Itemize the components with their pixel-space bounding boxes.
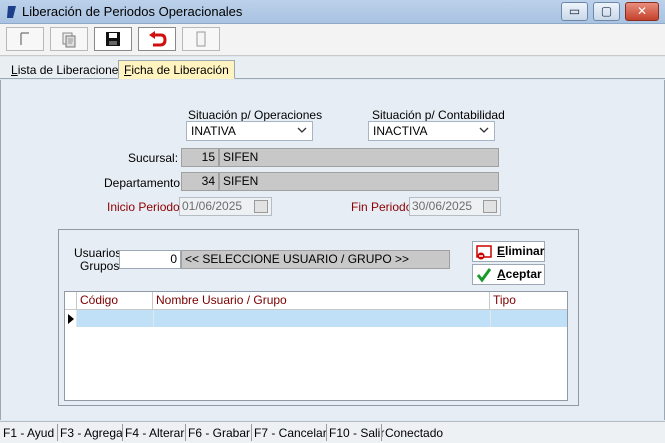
- status-f10: F10 - Salir: [329, 426, 385, 440]
- situacion-operaciones-select[interactable]: INATIVA: [186, 121, 313, 141]
- grid-header-tipo[interactable]: Tipo: [490, 292, 567, 310]
- table-row[interactable]: [65, 310, 567, 327]
- usuario-code-input[interactable]: 0: [119, 250, 181, 269]
- calendar-icon[interactable]: [254, 200, 268, 213]
- app-window: Liberación de Periodos Operacionales ▭ ▢…: [0, 0, 665, 443]
- save-icon: [106, 32, 120, 46]
- grid-cell-divider: [153, 310, 154, 327]
- grid-header-nombre[interactable]: Nombre Usuario / Grupo: [153, 292, 490, 310]
- status-f1: F1 - Ayud: [3, 426, 55, 440]
- tab-label-accelerator: L: [11, 63, 18, 77]
- departamento-name-field: SIFEN: [219, 172, 499, 191]
- copy-icon: [62, 32, 76, 48]
- fin-periodo-label: Fin Periodo: [351, 200, 413, 214]
- grid-cell-divider: [490, 310, 491, 327]
- close-button[interactable]: ✕: [625, 2, 659, 21]
- aceptar-button[interactable]: Aceptar: [472, 264, 545, 285]
- copy-button[interactable]: [50, 27, 88, 51]
- eliminar-accelerator: E: [497, 244, 506, 258]
- situacion-contabilidad-value: INACTIVA: [373, 124, 428, 138]
- situacion-contabilidad-select[interactable]: INACTIVA: [368, 121, 495, 141]
- status-f3: F3 - Agrega: [60, 426, 123, 440]
- tab-lista-de-liberaciones[interactable]: Lista de Liberaciones: [5, 60, 130, 79]
- grid-row-header-corner: [65, 292, 77, 310]
- status-divider: [251, 424, 252, 441]
- usuario-grupo-selector[interactable]: << SELECCIONE USUARIO / GRUPO >>: [181, 250, 450, 269]
- sucursal-label: Sucursal:: [128, 151, 179, 165]
- aceptar-label: ceptar: [505, 267, 542, 281]
- inicio-periodo-value: 01/06/2025: [182, 199, 243, 213]
- new-icon: [20, 32, 29, 45]
- chevron-down-icon: [479, 127, 489, 133]
- situacion-operaciones-value: INATIVA: [191, 124, 236, 138]
- status-bar: F1 - Ayud F3 - Agrega F4 - Alterar F6 - …: [0, 421, 665, 443]
- sucursal-name-field: SIFEN: [219, 148, 499, 167]
- sucursal-code-field[interactable]: 15: [181, 148, 219, 167]
- fin-periodo-value: 30/06/2025: [412, 199, 473, 213]
- tab-label: ista de Liberaciones: [17, 63, 125, 77]
- checkmark-icon: [476, 268, 492, 283]
- inicio-periodo-field[interactable]: 01/06/2025: [179, 197, 272, 216]
- departamento-code-field[interactable]: 34: [181, 172, 219, 191]
- document-icon: [196, 31, 206, 47]
- tab-strip: Lista de Liberaciones Ficha de Liberació…: [0, 57, 665, 79]
- situacion-contabilidad-label: Situación p/ Contabilidad: [372, 108, 505, 122]
- status-divider: [381, 424, 382, 441]
- delete-icon: [476, 245, 492, 260]
- row-indicator-icon: [68, 314, 74, 324]
- new-button[interactable]: [6, 27, 44, 51]
- app-icon: [7, 6, 16, 18]
- fin-periodo-field[interactable]: 30/06/2025: [409, 197, 501, 216]
- status-f4: F4 - Alterar: [125, 426, 185, 440]
- usuarios-grid[interactable]: Código Nombre Usuario / Grupo Tipo: [64, 291, 568, 401]
- calendar-icon[interactable]: [483, 200, 497, 213]
- undo-icon: [149, 31, 167, 47]
- departamento-label: Departamento:: [104, 176, 184, 190]
- tab-ficha-de-liberacion[interactable]: Ficha de Liberación: [118, 60, 235, 79]
- title-bar: Liberación de Periodos Operacionales ▭ ▢…: [0, 0, 665, 24]
- status-divider: [57, 424, 58, 441]
- aceptar-accelerator: A: [497, 267, 506, 281]
- save-button[interactable]: [94, 27, 132, 51]
- usuarios-label: Usuarios: [74, 246, 122, 260]
- eliminar-label: liminar: [505, 244, 545, 258]
- grupos-label: Grupos: [80, 259, 120, 273]
- status-divider: [326, 424, 327, 441]
- status-divider: [122, 424, 123, 441]
- undo-button[interactable]: [138, 27, 176, 51]
- situacion-operaciones-label: Situación p/ Operaciones: [188, 108, 323, 122]
- maximize-button[interactable]: ▢: [593, 2, 620, 21]
- tab-label: icha de Liberación: [131, 63, 229, 77]
- grid-header-codigo[interactable]: Código: [77, 292, 153, 310]
- chevron-down-icon: [297, 127, 307, 133]
- window-title: Liberación de Periodos Operacionales: [22, 4, 243, 19]
- status-f7: F7 - Cancelar: [254, 426, 327, 440]
- eliminar-button[interactable]: Eliminar: [472, 241, 545, 262]
- toolbar: [0, 24, 665, 56]
- minimize-button[interactable]: ▭: [561, 2, 588, 21]
- status-divider: [185, 424, 186, 441]
- inicio-periodo-label: Inicio Periodo:: [107, 200, 184, 214]
- document-button[interactable]: [182, 27, 220, 51]
- status-f6: F6 - Grabar: [188, 426, 251, 440]
- connection-status: Conectado: [385, 426, 444, 440]
